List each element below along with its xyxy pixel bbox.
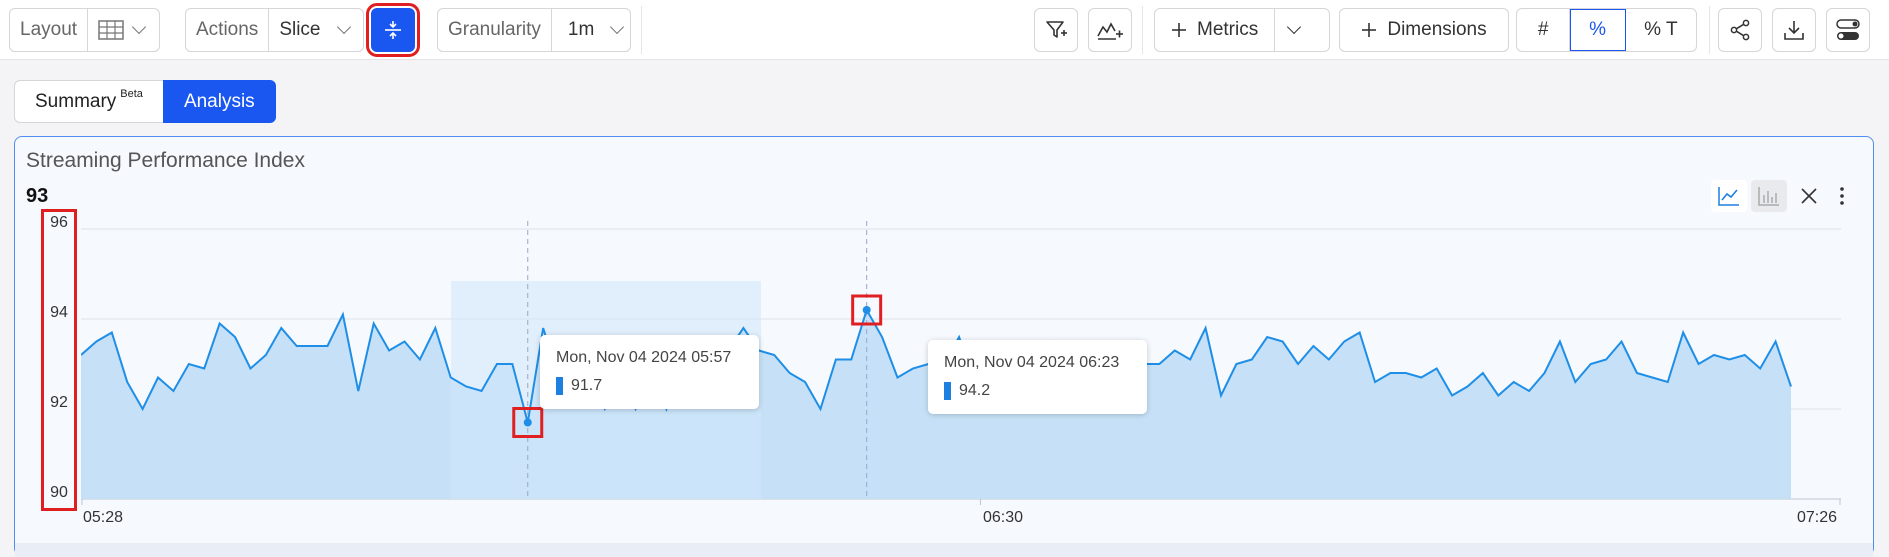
chevron-down-icon [131, 19, 147, 35]
format-percent-option[interactable]: % [1570, 9, 1626, 51]
chart-title: Streaming Performance Index [26, 149, 305, 172]
hover-point [523, 418, 532, 427]
download-icon [1784, 21, 1804, 40]
format-count-option[interactable]: # [1517, 9, 1571, 51]
value-format-toggle[interactable]: # % % T [1516, 8, 1697, 52]
actions-select[interactable]: Actions Slice [185, 8, 364, 52]
divider [1709, 6, 1710, 54]
toggle-icon [1836, 19, 1860, 40]
x-tick-end: 07:26 [1797, 509, 1838, 526]
y-tick-90: 90 [50, 484, 68, 501]
more-options-button[interactable] [1831, 180, 1853, 212]
more-vertical-icon [1840, 187, 1844, 205]
grid-layout-icon [98, 20, 124, 40]
x-tick-mid: 06:30 [983, 509, 1024, 526]
chart-plus-icon [1097, 22, 1123, 40]
divider [1142, 6, 1143, 54]
metrics-select[interactable]: Metrics [1154, 8, 1330, 52]
split-compare-button[interactable] [366, 3, 420, 57]
beta-badge: Beta [120, 87, 143, 100]
metrics-label: Metrics [1197, 19, 1259, 40]
chevron-down-icon [1287, 19, 1302, 35]
chevron-down-icon [610, 19, 625, 35]
y-tick-94: 94 [50, 304, 68, 321]
tooltip: Mon, Nov 04 2024 06:23 94.2 [928, 340, 1147, 414]
tooltip-value: 91.7 [571, 377, 603, 394]
series-swatch [944, 382, 951, 400]
tooltip-value: 94.2 [959, 382, 991, 399]
line-chart-button[interactable] [1711, 180, 1747, 212]
dimensions-label: Dimensions [1387, 19, 1487, 40]
view-tabs: Summary Beta Analysis [14, 80, 276, 123]
granularity-label: Granularity [438, 9, 552, 51]
actions-label: Actions [186, 9, 270, 51]
share-button[interactable] [1718, 8, 1762, 52]
close-icon [1801, 188, 1817, 204]
y-tick-96: 96 [50, 214, 68, 231]
series-swatch [556, 377, 563, 395]
settings-toggle-button[interactable] [1826, 8, 1870, 52]
divider [641, 6, 642, 54]
line-chart-icon [1718, 187, 1739, 206]
chart-footer-strip [15, 543, 1873, 557]
filter-plus-icon [1046, 21, 1067, 38]
add-dimensions-button[interactable]: Dimensions [1339, 8, 1509, 52]
tab-summary[interactable]: Summary Beta [14, 80, 163, 123]
layout-label: Layout [10, 9, 89, 51]
download-button[interactable] [1772, 8, 1816, 52]
plus-icon [1172, 23, 1186, 37]
current-value: 93 [26, 185, 49, 207]
format-percent-total-option[interactable]: % T [1626, 9, 1696, 51]
toolbar: Layout Actions Slice Granularity 1m Metr… [0, 0, 1889, 60]
tooltip-date: Mon, Nov 04 2024 06:23 [944, 354, 1120, 371]
tab-analysis[interactable]: Analysis [162, 80, 276, 123]
bar-chart-icon [1758, 187, 1779, 206]
close-chart-button[interactable] [1791, 180, 1827, 212]
actions-value: Slice [279, 19, 321, 40]
add-filter-button[interactable] [1034, 8, 1078, 52]
chevron-down-icon [336, 19, 351, 35]
share-icon [1730, 19, 1750, 41]
granularity-select[interactable]: Granularity 1m [437, 8, 631, 52]
tab-analysis-label: Analysis [183, 90, 255, 112]
split-icon [385, 21, 401, 39]
granularity-value: 1m [567, 19, 595, 40]
layout-select[interactable]: Layout [9, 8, 160, 52]
hover-point [862, 306, 871, 314]
add-annotation-button[interactable] [1088, 8, 1132, 52]
plus-icon [1362, 23, 1377, 37]
bar-chart-button[interactable] [1751, 180, 1787, 212]
y-tick-92: 92 [50, 394, 68, 411]
tooltip-date: Mon, Nov 04 2024 05:57 [556, 349, 732, 366]
tab-summary-label: Summary [35, 90, 117, 112]
x-tick-start: 05:28 [83, 509, 124, 526]
chart-card: Streaming Performance Index 93 96 94 92 … [14, 136, 1874, 557]
tooltip: Mon, Nov 04 2024 05:57 91.7 [540, 335, 759, 409]
y-axis-labels: 96 94 92 90 [41, 209, 77, 511]
